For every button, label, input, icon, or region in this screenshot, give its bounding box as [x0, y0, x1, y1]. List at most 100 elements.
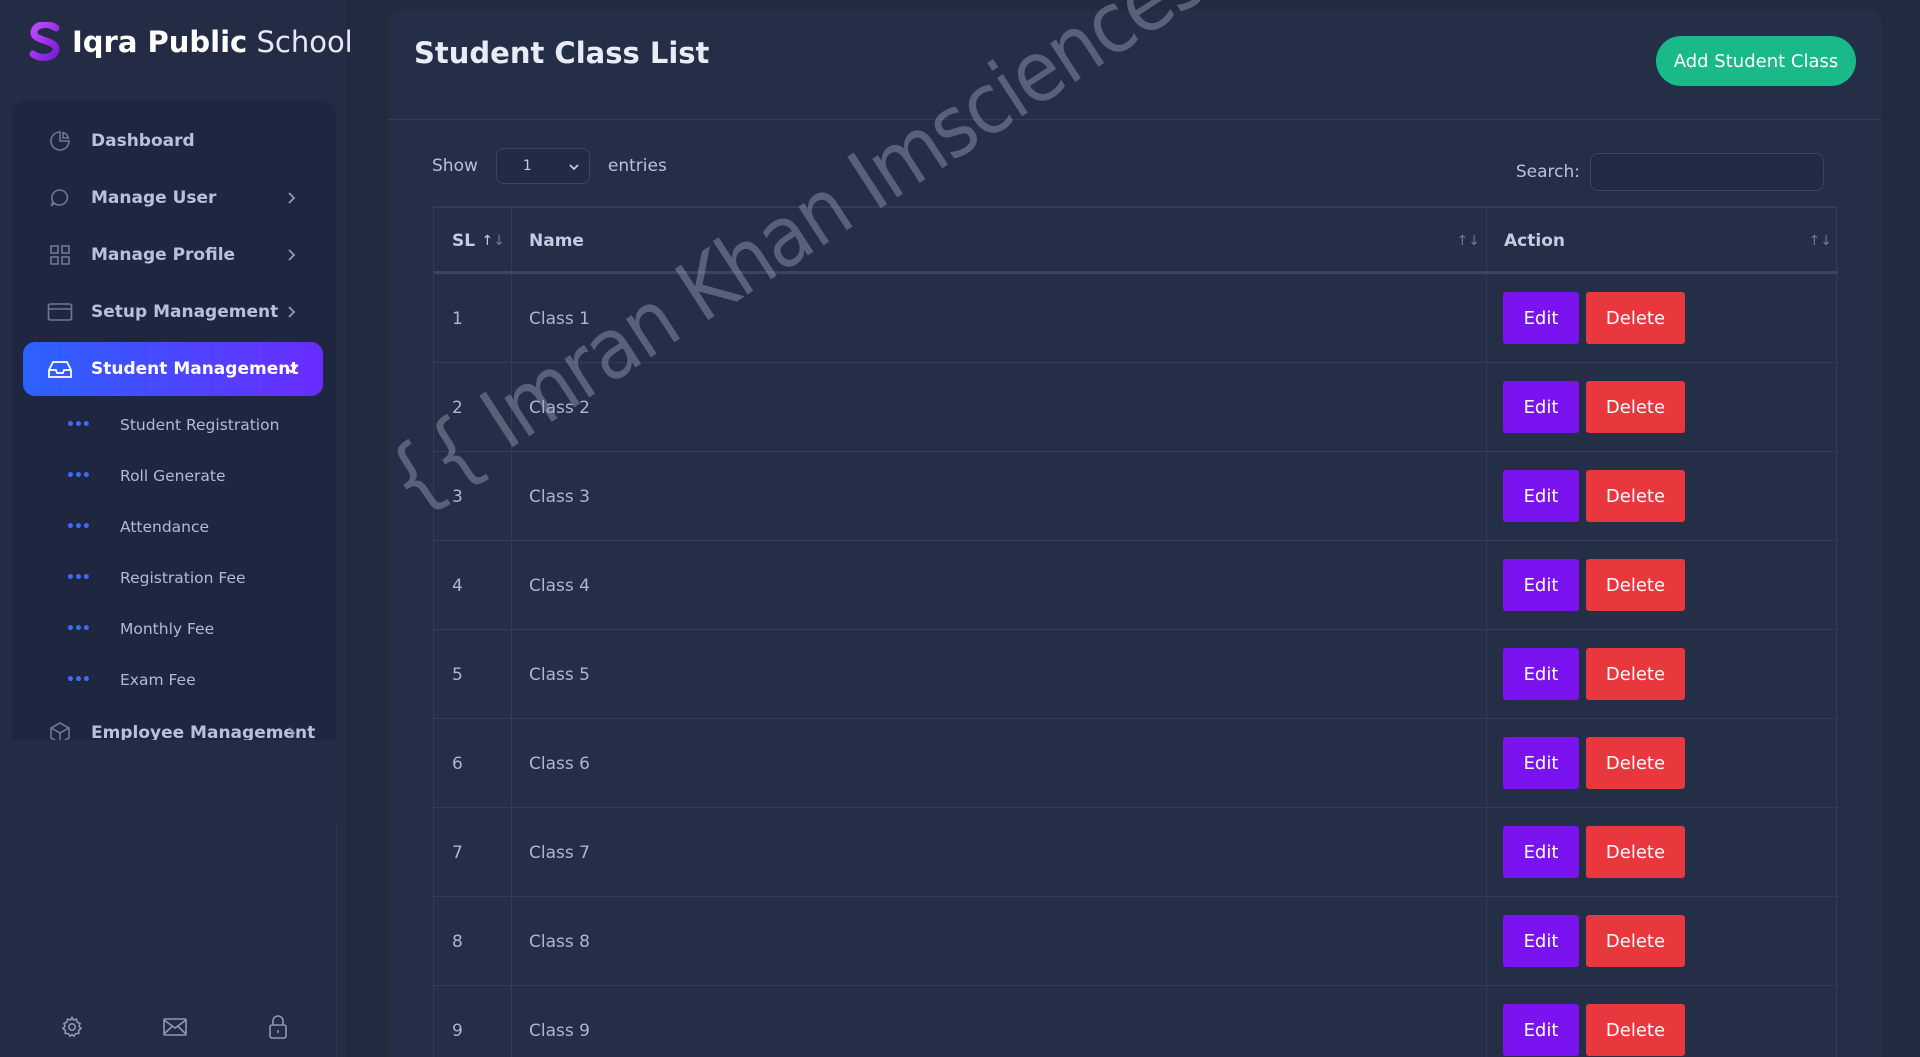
edit-button[interactable]: Edit — [1503, 915, 1579, 967]
edit-button[interactable]: Edit — [1503, 737, 1579, 789]
mail-icon[interactable] — [161, 1013, 189, 1041]
sidebar-item-label: Manage User — [91, 188, 217, 208]
column-header-action[interactable]: Action ↑↓ — [1486, 208, 1838, 274]
sidebar-item-employee-management[interactable]: Employee Management — [23, 706, 323, 740]
pie-chart-icon — [47, 128, 73, 154]
edit-button[interactable]: Edit — [1503, 292, 1579, 344]
row-name: Class 4 — [529, 575, 590, 596]
show-entries: Show 1 entries — [432, 148, 667, 184]
sidebar-subitem-label: Attendance — [120, 518, 210, 536]
table-row: 4 Class 4 Edit Delete — [434, 541, 1838, 630]
column-header-name[interactable]: Name ↑↓ — [511, 208, 1486, 274]
column-header-label: Name — [529, 231, 584, 251]
delete-button[interactable]: Delete — [1586, 737, 1685, 789]
table-row: 9 Class 9 Edit Delete — [434, 986, 1838, 1057]
sidebar-item-label: Dashboard — [91, 131, 195, 151]
menu-panel: Dashboard Manage User Manage Profile Set… — [12, 100, 336, 740]
sidebar-subitem-label: Roll Generate — [120, 467, 226, 485]
row-sl: 1 — [452, 308, 463, 329]
chevron-down-icon — [285, 366, 297, 374]
row-sl: 5 — [452, 664, 463, 685]
delete-button[interactable]: Delete — [1586, 1004, 1685, 1056]
brand[interactable]: Iqra Public School — [28, 20, 353, 64]
chevron-right-icon — [288, 249, 296, 261]
table-header: SL ↑↓ Name ↑↓ Action ↑↓ — [434, 208, 1838, 274]
lock-icon[interactable] — [264, 1013, 292, 1041]
edit-button[interactable]: Edit — [1503, 826, 1579, 878]
table-row: 8 Class 8 Edit Delete — [434, 897, 1838, 986]
dots-icon: ••• — [66, 468, 91, 484]
sidebar-item-manage-user[interactable]: Manage User — [23, 171, 323, 225]
sidebar: Iqra Public School Dashboard Manage User… — [0, 0, 353, 1057]
table-row: 2 Class 2 Edit Delete — [434, 363, 1838, 452]
sidebar-item-manage-profile[interactable]: Manage Profile — [23, 228, 323, 282]
brand-name: Iqra Public School — [72, 25, 353, 59]
table-row: 7 Class 7 Edit Delete — [434, 808, 1838, 897]
row-name: Class 9 — [529, 1020, 590, 1041]
add-student-class-button[interactable]: Add Student Class — [1656, 36, 1856, 86]
sidebar-subitem-attendance[interactable]: ••• Attendance — [66, 512, 209, 542]
sidebar-subitem-label: Monthly Fee — [120, 620, 215, 638]
column-header-label: SL — [452, 231, 476, 251]
chat-bubble-icon — [47, 185, 73, 211]
sidebar-item-dashboard[interactable]: Dashboard — [23, 114, 323, 168]
row-name: Class 8 — [529, 931, 590, 952]
dots-icon: ••• — [66, 672, 91, 688]
table-row: 5 Class 5 Edit Delete — [434, 630, 1838, 719]
sidebar-subitem-label: Student Registration — [120, 416, 280, 434]
edit-button[interactable]: Edit — [1503, 648, 1579, 700]
delete-button[interactable]: Delete — [1586, 292, 1685, 344]
delete-button[interactable]: Delete — [1586, 648, 1685, 700]
chevron-right-icon — [288, 727, 296, 739]
row-sl: 6 — [452, 753, 463, 774]
row-sl: 8 — [452, 931, 463, 952]
row-sl: 4 — [452, 575, 463, 596]
column-header-sl[interactable]: SL ↑↓ — [434, 208, 511, 274]
sidebar-item-setup-management[interactable]: Setup Management — [23, 285, 323, 339]
edit-button[interactable]: Edit — [1503, 470, 1579, 522]
dots-icon: ••• — [66, 417, 91, 433]
search-row: Search: — [1516, 153, 1824, 191]
classes-table: SL ↑↓ Name ↑↓ Action ↑↓ 1 Class 1 Edit Dele… — [433, 206, 1838, 1057]
delete-button[interactable]: Delete — [1586, 559, 1685, 611]
show-label: Show — [432, 156, 478, 176]
sidebar-subitem-monthly-fee[interactable]: ••• Monthly Fee — [66, 614, 214, 644]
row-sl: 9 — [452, 1020, 463, 1041]
sort-icon: ↑↓ — [1456, 233, 1480, 249]
page-title: Student Class List — [414, 36, 710, 70]
entries-select[interactable]: 1 — [495, 148, 590, 184]
sidebar-subitem-registration-fee[interactable]: ••• Registration Fee — [66, 563, 246, 593]
sidebar-subitem-label: Registration Fee — [120, 569, 246, 587]
sidebar-subitem-student-registration[interactable]: ••• Student Registration — [66, 410, 279, 440]
entries-label: entries — [607, 156, 667, 176]
row-name: Class 7 — [529, 842, 590, 863]
sidebar-subitem-roll-generate[interactable]: ••• Roll Generate — [66, 461, 226, 491]
row-sl: 2 — [452, 397, 463, 418]
table-row: 6 Class 6 Edit Delete — [434, 719, 1838, 808]
search-input[interactable] — [1590, 153, 1824, 191]
sort-asc-icon: ↑↓ — [481, 233, 505, 249]
row-name: Class 6 — [529, 753, 590, 774]
edit-button[interactable]: Edit — [1503, 381, 1579, 433]
edit-button[interactable]: Edit — [1503, 1004, 1579, 1056]
sidebar-subitem-label: Exam Fee — [120, 671, 196, 689]
chevron-down-icon — [569, 164, 579, 171]
delete-button[interactable]: Delete — [1586, 381, 1685, 433]
entries-select-value: 1 — [522, 158, 532, 174]
settings-icon[interactable] — [58, 1013, 86, 1041]
delete-button[interactable]: Delete — [1586, 826, 1685, 878]
chevron-right-icon — [288, 306, 296, 318]
sidebar-subitem-exam-fee[interactable]: ••• Exam Fee — [66, 665, 196, 695]
edit-button[interactable]: Edit — [1503, 559, 1579, 611]
table-row: 3 Class 3 Edit Delete — [434, 452, 1838, 541]
credit-card-icon — [47, 299, 73, 325]
sidebar-item-student-management[interactable]: Student Management — [23, 342, 323, 396]
delete-button[interactable]: Delete — [1586, 470, 1685, 522]
delete-button[interactable]: Delete — [1586, 915, 1685, 967]
row-name: Class 1 — [529, 308, 590, 329]
row-sl: 3 — [452, 486, 463, 507]
brand-logo-icon — [29, 22, 60, 61]
brand-name-light: School — [256, 25, 353, 59]
row-name: Class 3 — [529, 486, 590, 507]
sidebar-item-label: Student Management — [91, 359, 299, 379]
